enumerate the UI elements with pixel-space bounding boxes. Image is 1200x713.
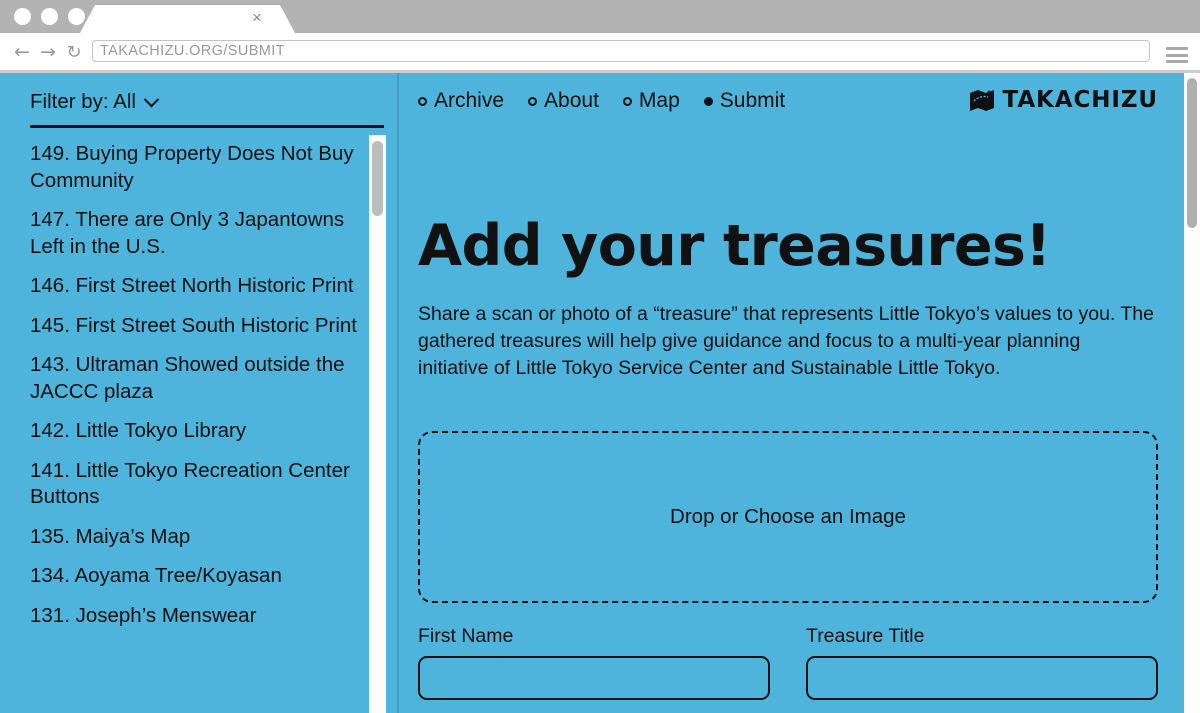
circle-icon [622, 96, 632, 106]
main-content: Archive About Map Submit TAKACHIZU Add y… [399, 73, 1184, 713]
address-bar[interactable]: TAKACHIZU.ORG/SUBMIT [92, 40, 1150, 62]
list-item[interactable]: 134. Aoyama Tree/Koyasan [30, 563, 360, 590]
nav-label: About [544, 89, 599, 112]
treasure-title-input[interactable] [806, 656, 1158, 700]
browser-toolbar: ← → ↻ TAKACHIZU.ORG/SUBMIT [0, 33, 1200, 71]
field-first-name: First Name [418, 625, 770, 700]
dropzone-label: Drop or Choose an Image [670, 505, 906, 528]
list-item[interactable]: 141. Little Tokyo Recreation Center Butt… [30, 458, 360, 511]
first-name-input[interactable] [418, 656, 770, 700]
page-viewport: Filter by: All 149. Buying Property Does… [0, 73, 1200, 713]
menu-icon[interactable] [1166, 47, 1188, 63]
window-controls[interactable] [14, 8, 85, 25]
first-name-label: First Name [418, 625, 514, 647]
browser-chrome: × ← → ↻ TAKACHIZU.ORG/SUBMIT [0, 0, 1200, 73]
maximize-window-dot[interactable] [68, 8, 85, 25]
circle-icon [528, 96, 538, 106]
nav-label: Archive [434, 89, 505, 112]
nav-label: Submit [719, 89, 786, 112]
list-item[interactable]: 145. First Street South Historic Print [30, 313, 360, 340]
circle-filled-icon [703, 96, 713, 106]
minimize-window-dot[interactable] [41, 8, 58, 25]
list-item[interactable]: 142. Little Tokyo Library [30, 418, 360, 445]
image-dropzone[interactable]: Drop or Choose an Image [418, 431, 1158, 603]
brand-name: TAKACHIZU [1002, 87, 1158, 113]
filter-dropdown[interactable]: Filter by: All [30, 87, 360, 117]
list-item[interactable]: 131. Joseph’s Menswear [30, 603, 360, 630]
menu-bar-1 [1166, 47, 1188, 50]
browser-window: × ← → ↻ TAKACHIZU.ORG/SUBMIT Filter by: … [0, 0, 1200, 713]
treasure-list[interactable]: 149. Buying Property Does Not Buy Commun… [0, 135, 398, 713]
list-item[interactable]: 135. Maiya’s Map [30, 524, 360, 551]
chevron-down-icon [143, 91, 160, 107]
list-item[interactable]: 143. Ultraman Showed outside the JACCC p… [30, 352, 360, 405]
nav-item-map[interactable]: Map [622, 89, 680, 113]
archive-sidebar: Filter by: All 149. Buying Property Does… [0, 73, 398, 713]
sidebar-scrollbar-thumb[interactable] [372, 141, 383, 216]
tab-strip: × [0, 0, 1200, 33]
page-scrollbar-thumb[interactable] [1187, 78, 1197, 228]
submit-form: First Name Treasure Title Last Name Trea… [418, 625, 1158, 713]
back-icon[interactable]: ← [12, 43, 32, 62]
reload-icon[interactable]: ↻ [64, 44, 84, 62]
filter-label: Filter by: All [30, 90, 136, 113]
field-treasure-title: Treasure Title [806, 625, 1158, 700]
site-logo[interactable]: TAKACHIZU [969, 87, 1158, 113]
list-item[interactable]: 147. There are Only 3 Japantowns Left in… [30, 207, 360, 260]
sidebar-divider [30, 125, 384, 128]
treasure-title-label: Treasure Title [806, 625, 925, 647]
page-title: Add your treasures! [418, 213, 1051, 279]
circle-icon [418, 96, 427, 106]
nav-item-submit[interactable]: Submit [703, 89, 786, 113]
list-item[interactable]: 149. Buying Property Does Not Buy Commun… [30, 141, 360, 194]
menu-bar-2 [1166, 53, 1188, 57]
close-window-dot[interactable] [14, 8, 31, 25]
nav-item-archive[interactable]: Archive [418, 89, 504, 113]
close-tab-icon[interactable]: × [248, 9, 266, 27]
folded-map-icon [969, 90, 994, 111]
nav-label: Map [638, 89, 680, 112]
forward-icon[interactable]: → [38, 43, 58, 62]
sidebar-scrollbar-track[interactable] [369, 135, 386, 713]
menu-bar-3 [1166, 60, 1188, 63]
nav-item-about[interactable]: About [528, 89, 599, 113]
list-item[interactable]: 146. First Street North Historic Print [30, 273, 360, 300]
page-intro: Share a scan or photo of a “treasure” th… [418, 303, 1155, 379]
